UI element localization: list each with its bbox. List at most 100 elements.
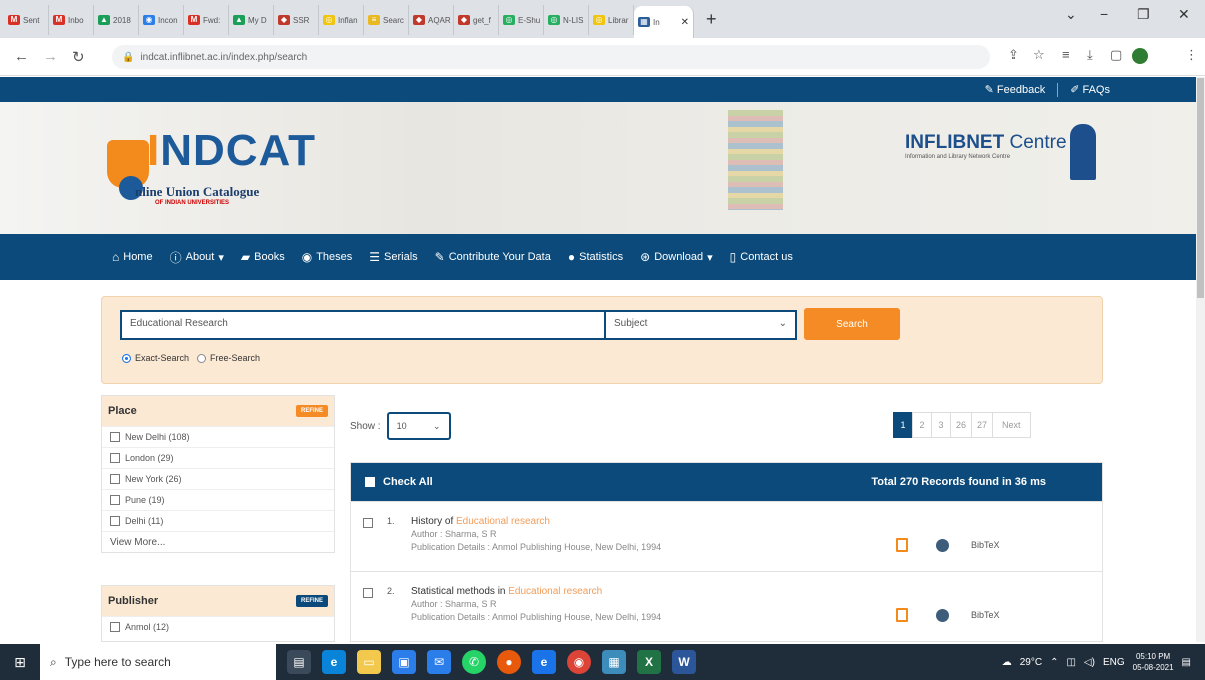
chrome-icon[interactable]: ◉	[567, 650, 591, 674]
new-tab-button[interactable]: +	[694, 9, 729, 30]
next-page[interactable]: Next	[992, 412, 1031, 438]
page-1[interactable]: 1	[893, 412, 913, 438]
facet-item[interactable]: Anmol (12)	[102, 616, 334, 637]
forward-icon[interactable]: →	[43, 48, 58, 65]
firefox-icon[interactable]: ●	[497, 650, 521, 674]
weather-temp[interactable]: 29°C	[1020, 657, 1042, 668]
scrollbar-thumb[interactable]	[1197, 78, 1204, 298]
browser-tab[interactable]: ◎ Librar	[589, 5, 634, 35]
browser-tab[interactable]: M Fwd:	[184, 5, 229, 35]
menu-kebab-icon[interactable]: ⋮	[1185, 47, 1198, 63]
facet-item[interactable]: Delhi (11)	[102, 510, 334, 531]
whatsapp-icon[interactable]: ✆	[462, 650, 486, 674]
browser-tab[interactable]: ≡ Searc	[364, 5, 409, 35]
url-bar[interactable]: 🔒 indcat.inflibnet.ac.in/index.php/search	[112, 45, 990, 69]
mail-icon[interactable]: ✉	[427, 650, 451, 674]
record-checkbox[interactable]	[363, 518, 373, 528]
checkbox[interactable]	[110, 622, 120, 632]
download-icon[interactable]: ⤓	[1087, 47, 1093, 63]
pdf-icon[interactable]	[896, 608, 908, 622]
exact-search-radio[interactable]	[122, 353, 131, 363]
browser-tab[interactable]: M Sent	[4, 5, 49, 35]
browser-tab[interactable]: ▲ My D	[229, 5, 274, 35]
search-button[interactable]: Search	[804, 308, 900, 340]
task-view-icon[interactable]: ▤	[287, 650, 311, 674]
checkbox[interactable]	[110, 516, 120, 526]
checkbox[interactable]	[110, 432, 120, 442]
windows-start-icon[interactable]: ⊞	[0, 644, 40, 680]
browser-tab-active[interactable]: ▦ In ✕	[634, 6, 694, 38]
close-tab-icon[interactable]: ✕	[681, 17, 689, 28]
nav-contribute[interactable]: ✎ Contribute Your Data	[435, 250, 551, 264]
profile-avatar[interactable]	[1132, 48, 1148, 64]
feedback-link[interactable]: ✎ Feedback	[985, 83, 1046, 96]
free-search-radio[interactable]	[197, 353, 207, 363]
taskbar-search[interactable]: ⌕ Type here to search	[40, 644, 276, 680]
word-icon[interactable]: W	[672, 650, 696, 674]
nav-home[interactable]: ⌂ Home	[112, 250, 153, 264]
inflibnet-logo[interactable]: INFLIBNET Centre Information and Library…	[905, 132, 1067, 160]
browser-tab[interactable]: ◆ SSR	[274, 5, 319, 35]
file-explorer-icon[interactable]: ▭	[357, 650, 381, 674]
network-icon[interactable]: ◫	[1066, 657, 1075, 668]
faqs-link[interactable]: ✐ FAQs	[1070, 83, 1110, 96]
volume-icon[interactable]: ◁)	[1084, 657, 1095, 668]
chevron-up-icon[interactable]: ⌃	[1050, 657, 1058, 668]
pdf-icon[interactable]	[896, 538, 908, 552]
page-2[interactable]: 2	[912, 412, 932, 438]
ie-icon[interactable]: e	[532, 650, 556, 674]
page-27[interactable]: 27	[971, 412, 994, 438]
notification-icon[interactable]: ▤	[1182, 657, 1191, 668]
store-icon[interactable]: ▣	[392, 650, 416, 674]
reading-list-icon[interactable]: ≡	[1062, 47, 1070, 62]
excel-icon[interactable]: X	[637, 650, 661, 674]
search-field-select[interactable]: Subject ⌄	[605, 310, 797, 340]
bibtex-link[interactable]: BibTeX	[971, 540, 1000, 550]
page-26[interactable]: 26	[950, 412, 973, 438]
page-size-select[interactable]: 10 ⌄	[386, 412, 451, 440]
share-icon[interactable]: ⇪	[1008, 47, 1019, 63]
check-all[interactable]: Check All	[365, 476, 433, 488]
checkbox[interactable]	[110, 453, 120, 463]
restore-button[interactable]: ❐	[1137, 6, 1150, 23]
browser-tab[interactable]: ◆ get_f	[454, 5, 499, 35]
minimize-button[interactable]: −	[1100, 6, 1108, 22]
language-indicator[interactable]: ENG	[1103, 657, 1125, 668]
checkbox[interactable]	[110, 495, 120, 505]
facet-item[interactable]: Pune (19)	[102, 489, 334, 510]
view-more-link[interactable]: View More...	[102, 531, 334, 552]
bookmark-star-icon[interactable]: ☆	[1033, 47, 1045, 63]
nav-contact[interactable]: ▯ Contact us	[730, 250, 793, 264]
clock[interactable]: 05:10 PM 05-08-2021	[1133, 651, 1174, 673]
browser-tab[interactable]: ◆ AQAR	[409, 5, 454, 35]
browser-tab[interactable]: M Inbo	[49, 5, 94, 35]
globe-icon[interactable]	[936, 609, 949, 622]
sidepanel-icon[interactable]: ▢	[1110, 47, 1122, 63]
record-title[interactable]: Statistical methods in Educational resea…	[411, 586, 602, 597]
globe-icon[interactable]	[936, 539, 949, 552]
facet-item[interactable]: New Delhi (108)	[102, 426, 334, 447]
check-all-checkbox[interactable]	[365, 477, 375, 487]
record-checkbox[interactable]	[363, 588, 373, 598]
nav-serials[interactable]: ☰ Serials	[369, 250, 417, 264]
browser-tab[interactable]: ◎ E-Shu	[499, 5, 544, 35]
refine-button[interactable]: REFINE	[295, 595, 328, 607]
browser-tab[interactable]: ◉ Incon	[139, 5, 184, 35]
bibtex-link[interactable]: BibTeX	[971, 610, 1000, 620]
nav-books[interactable]: ▰ Books	[241, 250, 285, 264]
browser-tab[interactable]: ▲ 2018	[94, 5, 139, 35]
browser-tab[interactable]: ◎ N-LIS	[544, 5, 589, 35]
facet-item[interactable]: London (29)	[102, 447, 334, 468]
weather-icon[interactable]: ☁	[1002, 657, 1012, 668]
facet-item[interactable]: New York (26)	[102, 468, 334, 489]
record-title[interactable]: History of Educational research	[411, 516, 550, 527]
nav-about[interactable]: ⓘ About ▾	[170, 249, 224, 266]
page-3[interactable]: 3	[931, 412, 951, 438]
close-window-button[interactable]: ✕	[1178, 6, 1190, 23]
reload-icon[interactable]: ↻	[72, 48, 85, 66]
nav-download[interactable]: ⊛ Download ▾	[640, 250, 713, 264]
edge-icon[interactable]: e	[322, 650, 346, 674]
photos-icon[interactable]: ▦	[602, 650, 626, 674]
refine-button[interactable]: REFINE	[295, 405, 328, 417]
browser-tab[interactable]: ◎ Inflan	[319, 5, 364, 35]
